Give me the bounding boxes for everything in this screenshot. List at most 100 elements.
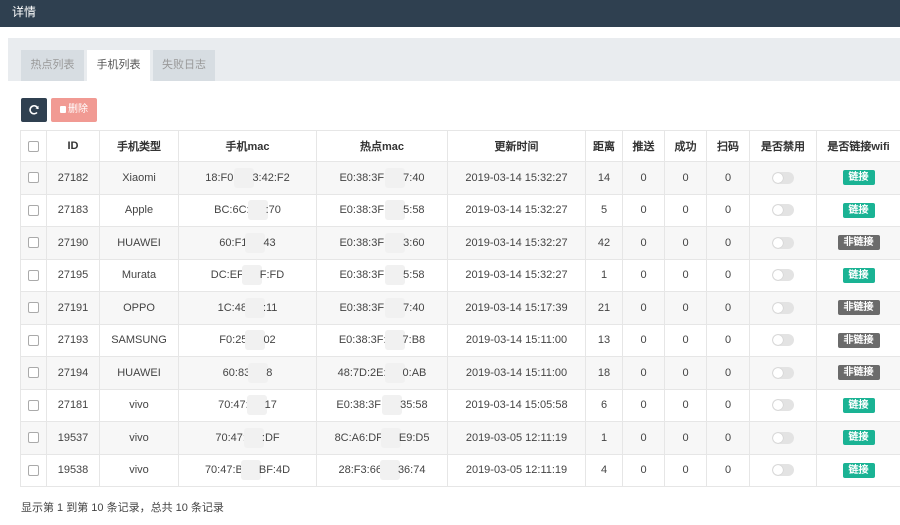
row-checkbox[interactable] <box>28 399 39 411</box>
wifi-link-badge: 非链接 <box>837 300 880 316</box>
row-select-cell[interactable] <box>20 258 47 292</box>
row-select-cell[interactable] <box>20 388 47 422</box>
cell-scan: 0 <box>706 421 750 455</box>
cell-hotspot-mac: 8C:A6:DF E9:D5 <box>316 421 448 455</box>
col-disabled[interactable]: 是否禁用 <box>749 130 817 162</box>
row-checkbox[interactable] <box>28 432 39 444</box>
disable-toggle[interactable] <box>772 171 794 184</box>
disable-toggle[interactable] <box>772 366 794 379</box>
delete-label: 删除 <box>68 104 88 115</box>
row-checkbox[interactable] <box>28 204 39 216</box>
disable-toggle[interactable] <box>772 236 794 249</box>
row-checkbox[interactable] <box>28 367 39 379</box>
cell-hotspot-mac: E0:38:3F: 5:58 <box>316 258 448 292</box>
cell-wifi-link: 非链接 <box>816 291 900 325</box>
col-hotspot-mac[interactable]: 热点mac <box>316 130 448 162</box>
row-select-cell[interactable] <box>20 453 47 487</box>
row-select-cell[interactable] <box>20 323 47 357</box>
refresh-icon <box>29 105 39 115</box>
col-success[interactable]: 成功 <box>664 130 707 162</box>
table-row[interactable]: 19537 vivo 70:47::DF 8C:A6:DF E9:D5 2019-03-0… <box>20 421 900 455</box>
table-row[interactable]: 27191 OPPO 1C:48:11 E0:38:3F: 7:40 2019-03-14… <box>20 291 900 325</box>
col-phone-mac[interactable]: 手机mac <box>178 130 317 162</box>
cell-disabled <box>749 323 817 357</box>
row-checkbox[interactable] <box>28 464 39 476</box>
cell-success: 0 <box>664 258 707 292</box>
mac-suffix: 36:74 <box>397 464 426 477</box>
cell-success: 0 <box>664 356 707 390</box>
cell-scan: 0 <box>706 356 750 390</box>
redaction-blur <box>247 200 268 221</box>
disable-toggle[interactable] <box>772 269 794 282</box>
col-update-time[interactable]: 更新时间 <box>447 130 586 162</box>
table-row[interactable]: 27195 Murata DC:EF F:FD E0:38:3F: 5:58 2019-03… <box>20 258 900 292</box>
disable-toggle[interactable] <box>772 431 794 444</box>
cell-hotspot-mac: E0:38:3F: 7:40 <box>316 291 448 325</box>
disable-toggle[interactable] <box>772 334 794 347</box>
col-push[interactable]: 推送 <box>622 130 665 162</box>
tab-phone-list[interactable]: 手机列表 <box>87 50 150 81</box>
col-distance[interactable]: 距离 <box>585 130 623 162</box>
disable-toggle[interactable] <box>772 464 794 477</box>
mac-prefix: E0:38:3F: <box>339 171 388 184</box>
cell-phone-type: vivo <box>99 453 179 487</box>
cell-id: 27195 <box>46 258 100 292</box>
table-row[interactable]: 27183 Apple BC:6C::70 E0:38:3F: 5:58 2019-03-… <box>20 193 900 227</box>
row-checkbox[interactable] <box>28 269 39 281</box>
row-checkbox[interactable] <box>28 237 39 249</box>
table-row[interactable]: 19538 vivo 70:47:B BF:4D 28:F3:66 36:74 2019-0… <box>20 453 900 487</box>
cell-id: 27190 <box>46 226 100 260</box>
select-all-checkbox[interactable] <box>28 140 39 152</box>
cell-hotspot-mac: 48:7D:2E: 0:AB <box>316 356 448 390</box>
mac-suffix: 8 <box>266 366 273 379</box>
tab-hotspot-list[interactable]: 热点列表 <box>21 50 84 81</box>
cell-push: 0 <box>622 356 665 390</box>
wifi-link-badge: 链接 <box>842 397 875 413</box>
cell-distance: 1 <box>585 258 623 292</box>
delete-button[interactable]: 删除 <box>51 98 97 122</box>
col-id[interactable]: ID <box>46 130 100 162</box>
row-checkbox[interactable] <box>28 334 39 346</box>
mac-prefix: BC:6C: <box>214 204 250 217</box>
table-row[interactable]: 27193 SAMSUNG F0:25 02 E0:38:3F: 7:B8 2019-03-… <box>20 323 900 357</box>
row-select-cell[interactable] <box>20 291 47 325</box>
table-row[interactable]: 27194 HUAWEI 60:83 8 48:7D:2E: 0:AB 2019-03-14… <box>20 356 900 390</box>
cell-hotspot-mac: E0:38:3F: 7:B8 <box>316 323 448 357</box>
disable-toggle[interactable] <box>772 301 794 314</box>
mac-prefix: E0:38:3F: <box>338 334 387 347</box>
tab-failure-log[interactable]: 失败日志 <box>153 50 215 81</box>
row-select-cell[interactable] <box>20 193 47 227</box>
cell-push: 0 <box>622 323 665 357</box>
table-row[interactable]: 27190 HUAWEI 60:F1 43 E0:38:3F: 3:60 2019-03-1… <box>20 226 900 260</box>
cell-disabled <box>749 388 817 422</box>
cell-push: 0 <box>622 291 665 325</box>
row-select-cell[interactable] <box>20 226 47 260</box>
col-scan[interactable]: 扫码 <box>706 130 750 162</box>
row-select-cell[interactable] <box>20 356 47 390</box>
table-row[interactable]: 27182 Xiaomi 18:F0: 3:42:F2 E0:38:3F: 7:40 201… <box>20 161 900 195</box>
cell-disabled <box>749 161 817 195</box>
col-select-all[interactable] <box>20 130 47 162</box>
cell-success: 0 <box>664 291 707 325</box>
row-select-cell[interactable] <box>20 161 47 195</box>
col-wifi-link[interactable]: 是否链接wifi <box>816 130 900 162</box>
table-row[interactable]: 27181 vivo 70:47: 17 E0:38:3F: 35:58 2019-03-1… <box>20 388 900 422</box>
wifi-link-badge: 非链接 <box>837 332 880 348</box>
mac-suffix: 3:42:F2 <box>252 171 290 184</box>
refresh-button[interactable] <box>21 98 47 122</box>
pagination-summary: 显示第 1 到第 10 条记录，总共 10 条记录 <box>21 502 224 514</box>
cell-hotspot-mac: E0:38:3F: 7:40 <box>316 161 448 195</box>
cell-id: 27182 <box>46 161 100 195</box>
cell-distance: 21 <box>585 291 623 325</box>
row-checkbox[interactable] <box>28 302 39 314</box>
row-select-cell[interactable] <box>20 421 47 455</box>
cell-phone-mac: F0:25 02 <box>178 323 317 357</box>
window-title: 详情 <box>12 5 37 19</box>
disable-toggle[interactable] <box>772 399 794 412</box>
mac-prefix: 70:47:B <box>204 464 243 477</box>
table-header-row: ID 手机类型 手机mac 热点mac 更新时间 距离 推送 成功 扫码 是否禁… <box>20 130 900 162</box>
cell-phone-type: HUAWEI <box>99 226 179 260</box>
disable-toggle[interactable] <box>772 204 794 217</box>
col-phone-type[interactable]: 手机类型 <box>99 130 179 162</box>
row-checkbox[interactable] <box>28 172 39 184</box>
